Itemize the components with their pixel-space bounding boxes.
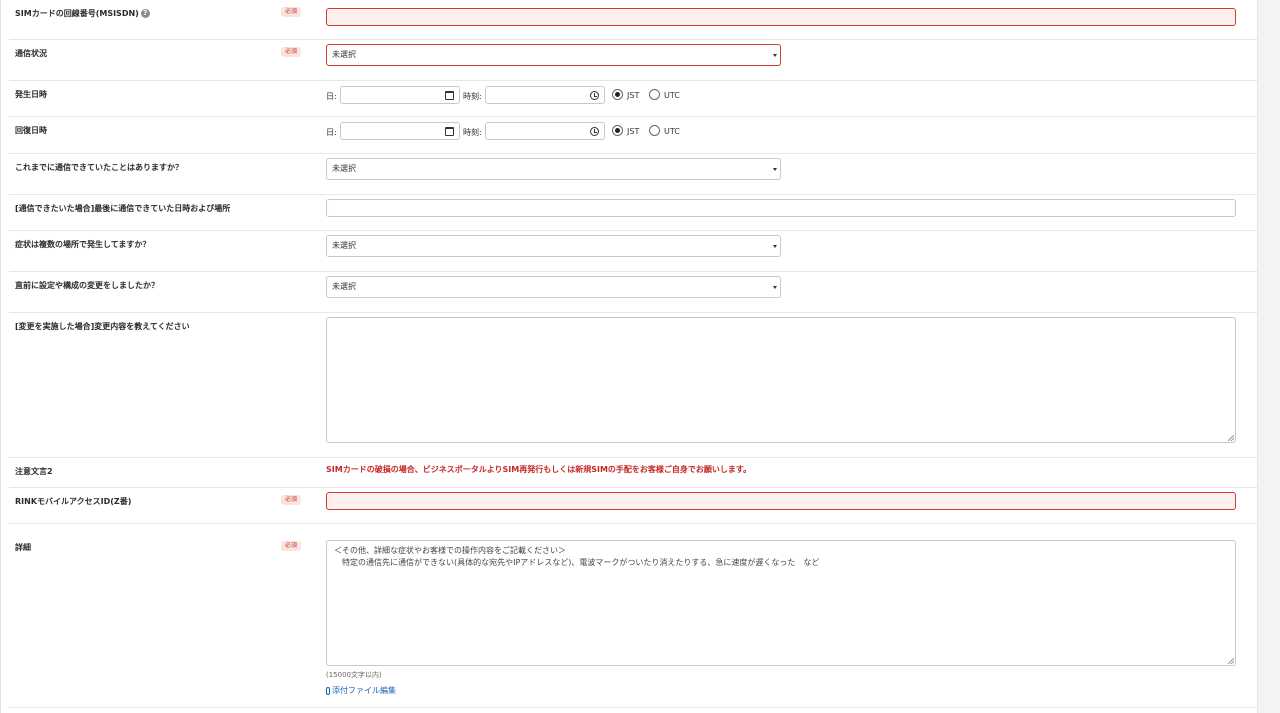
caret-down-icon: [773, 286, 777, 289]
select-value: 未選択: [332, 282, 356, 291]
row-was-connected: これまでに通信できていたことはありますか？ 未選択: [9, 154, 1257, 195]
change-details-label: [変更を実施した場合]変更内容を教えてください: [15, 322, 190, 331]
occurred-datetime: 日: 時刻: JST UTC: [326, 86, 726, 106]
changed-config-select[interactable]: 未選択: [326, 276, 781, 298]
rink-id-input[interactable]: [326, 492, 1236, 510]
required-badge: 必須: [281, 541, 302, 551]
row-multi-location: 症状は複数の場所で発生してますか？ 未選択: [9, 231, 1257, 272]
was-connected-label: これまでに通信できていたことはありますか？: [15, 163, 183, 172]
recovered-date-input[interactable]: [340, 122, 460, 140]
row-occurred: 発生日時 日: 時刻: JST UTC: [9, 81, 1257, 117]
occurred-label: 発生日時: [15, 90, 47, 99]
resize-handle[interactable]: [1228, 658, 1234, 664]
caret-down-icon: [773, 245, 777, 248]
date-label: 日:: [326, 128, 337, 137]
select-value: 未選択: [332, 164, 356, 173]
time-label: 時刻:: [463, 92, 482, 101]
occurred-time-input[interactable]: [485, 86, 605, 104]
row-msisdn: SIMカードの回線番号(MSISDN)? 必須: [9, 0, 1257, 40]
comm-status-label: 通信状況: [15, 49, 47, 58]
recovered-label: 回復日時: [15, 126, 47, 135]
msisdn-label: SIMカードの回線番号(MSISDN)?: [15, 8, 150, 19]
recovered-time-input[interactable]: [485, 122, 605, 140]
form-container: SIMカードの回線番号(MSISDN)? 必須 通信状況 必須 未選択 発生日時…: [0, 0, 1280, 713]
clock-icon[interactable]: [590, 91, 599, 100]
row-rink-id: RINKモバイルアクセスID(Z番) 必須: [9, 488, 1257, 524]
row-details: 詳細 必須 ＜その他、詳細な症状やお客様での操作内容をご記載ください＞ 特定の通…: [9, 524, 1257, 708]
paperclip-icon: [326, 686, 330, 695]
details-textarea[interactable]: ＜その他、詳細な症状やお客様での操作内容をご記載ください＞ 特定の通信先に通信が…: [326, 540, 1236, 666]
caret-down-icon: [773, 54, 777, 57]
calendar-icon[interactable]: [445, 91, 454, 100]
tz-jst-radio[interactable]: [612, 89, 623, 100]
row-last-connected: [通信できたいた場合]最後に通信できていた日時および場所: [9, 195, 1257, 231]
rink-id-label: RINKモバイルアクセスID(Z番): [15, 497, 132, 506]
msisdn-input[interactable]: [326, 8, 1236, 26]
tz-jst-label: JST: [627, 127, 640, 136]
time-label: 時刻:: [463, 128, 482, 137]
row-notice2: 注意文言2 SIMカードの破損の場合、ビジネスポータルよりSIM再発行もしくは新…: [9, 458, 1257, 488]
row-recovered: 回復日時 日: 時刻: JST UTC: [9, 117, 1257, 154]
occurred-date-input[interactable]: [340, 86, 460, 104]
tz-utc-label: UTC: [664, 91, 680, 100]
notice2-label: 注意文言2: [15, 467, 53, 476]
tz-utc-label: UTC: [664, 127, 680, 136]
attach-link[interactable]: 添付ファイル編集: [326, 685, 396, 696]
last-connected-input[interactable]: [326, 199, 1236, 217]
details-line1: ＜その他、詳細な症状やお客様での操作内容をご記載ください＞: [334, 546, 566, 555]
was-connected-select[interactable]: 未選択: [326, 158, 781, 180]
tz-jst-label: JST: [627, 91, 640, 100]
resize-handle[interactable]: [1228, 435, 1234, 441]
details-label: 詳細: [15, 543, 31, 552]
caret-down-icon: [773, 168, 777, 171]
row-changed-config: 直前に設定や構成の変更をしましたか？ 未選択: [9, 272, 1257, 313]
change-details-textarea[interactable]: [326, 317, 1236, 443]
comm-status-select[interactable]: 未選択: [326, 44, 781, 66]
calendar-icon[interactable]: [445, 127, 454, 136]
date-label: 日:: [326, 92, 337, 101]
tz-utc-radio[interactable]: [649, 125, 660, 136]
clock-icon[interactable]: [590, 127, 599, 136]
row-comm-status: 通信状況 必須 未選択: [9, 40, 1257, 81]
attach-label: 添付ファイル編集: [332, 686, 396, 695]
char-limit: (15000文字以内): [326, 671, 382, 679]
select-value: 未選択: [332, 241, 356, 250]
help-icon[interactable]: ?: [140, 9, 150, 18]
required-badge: 必須: [281, 7, 302, 17]
required-badge: 必須: [281, 495, 302, 505]
last-connected-label: [通信できたいた場合]最後に通信できていた日時および場所: [15, 204, 231, 213]
tz-utc-radio[interactable]: [649, 89, 660, 100]
tz-jst-radio[interactable]: [612, 125, 623, 136]
changed-config-label: 直前に設定や構成の変更をしましたか？: [15, 281, 159, 290]
row-change-details: [変更を実施した場合]変更内容を教えてください: [9, 313, 1257, 458]
required-badge: 必須: [281, 47, 302, 57]
multi-location-label: 症状は複数の場所で発生してますか？: [15, 240, 151, 249]
details-line2: 特定の通信先に通信ができない(具体的な宛先やIPアドレスなど)、電波マークがつい…: [334, 558, 820, 567]
recovered-datetime: 日: 時刻: JST UTC: [326, 122, 726, 142]
select-value: 未選択: [332, 50, 356, 59]
multi-location-select[interactable]: 未選択: [326, 235, 781, 257]
scrollbar-track[interactable]: [1257, 0, 1280, 713]
notice-text: SIMカードの破損の場合、ビジネスポータルよりSIM再発行もしくは新規SIMの手…: [326, 465, 752, 474]
